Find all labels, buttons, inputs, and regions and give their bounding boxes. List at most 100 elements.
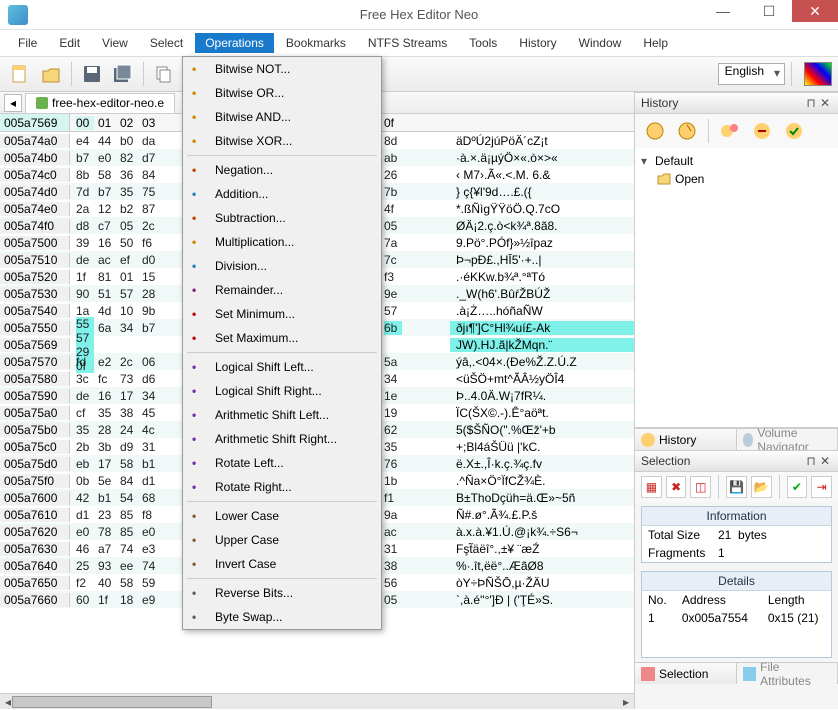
svg-text:•: • (192, 211, 196, 225)
op-bitwise-not[interactable]: •Bitwise NOT... (183, 57, 381, 81)
close-panel-icon[interactable]: ✕ (818, 454, 832, 468)
menu-view[interactable]: View (92, 33, 138, 53)
svg-text:•: • (192, 187, 196, 201)
tree-root[interactable]: ▾ Default (639, 152, 834, 170)
history-undo-button[interactable] (641, 117, 669, 145)
history-title: History (641, 96, 804, 110)
op-icon: • (187, 530, 207, 550)
op-bitwise-and[interactable]: •Bitwise AND... (183, 105, 381, 129)
tab-file-attributes[interactable]: File Attributes (737, 663, 838, 684)
op-icon: • (187, 184, 207, 204)
op-arithmetic-shift-left[interactable]: •Arithmetic Shift Left... (183, 403, 381, 427)
collapse-icon[interactable]: ▾ (641, 154, 651, 168)
maximize-button[interactable]: ☐ (746, 0, 792, 22)
select-none-button[interactable]: ✖ (666, 476, 687, 498)
op-logical-shift-left[interactable]: •Logical Shift Left... (183, 355, 381, 379)
menu-tools[interactable]: Tools (459, 33, 507, 53)
op-rotate-right[interactable]: •Rotate Right... (183, 475, 381, 499)
menu-history[interactable]: History (509, 33, 566, 53)
op-upper-case[interactable]: •Upper Case (183, 528, 381, 552)
history-branch-button[interactable] (716, 117, 744, 145)
svg-text:•: • (192, 163, 196, 177)
open-button[interactable] (37, 60, 65, 88)
load-selection-button[interactable]: 📂 (751, 476, 772, 498)
op-lower-case[interactable]: •Lower Case (183, 504, 381, 528)
select-all-button[interactable]: ▦ (641, 476, 662, 498)
op-reverse-bits[interactable]: •Reverse Bits... (183, 581, 381, 605)
svg-text:•: • (192, 235, 196, 249)
op-division[interactable]: •Division... (183, 254, 381, 278)
menu-bookmarks[interactable]: Bookmarks (276, 33, 356, 53)
op-bitwise-or[interactable]: •Bitwise OR... (183, 81, 381, 105)
details-row[interactable]: 10x005a75540x15 (21) (642, 609, 831, 627)
op-set-maximum[interactable]: •Set Maximum... (183, 326, 381, 350)
history-tabs: History Volume Navigator (635, 428, 838, 450)
menu-window[interactable]: Window (569, 33, 632, 53)
op-bitwise-xor[interactable]: •Bitwise XOR... (183, 129, 381, 153)
pin-icon[interactable]: ⊓ (804, 454, 818, 468)
svg-text:•: • (192, 509, 196, 523)
scroll-right-button[interactable]: ▸ (618, 694, 634, 710)
minimize-button[interactable]: — (700, 0, 746, 22)
history-redo-button[interactable] (673, 117, 701, 145)
export-button[interactable]: ⇥ (811, 476, 832, 498)
copy-button[interactable] (150, 60, 178, 88)
language-select[interactable]: English (718, 63, 785, 85)
tab-history[interactable]: History (635, 429, 737, 450)
menu-ntfs-streams[interactable]: NTFS Streams (358, 33, 457, 53)
svg-text:•: • (192, 62, 196, 76)
menu-operations[interactable]: Operations (195, 33, 274, 53)
op-remainder[interactable]: •Remainder... (183, 278, 381, 302)
language-label: English (725, 64, 764, 78)
history-clear-button[interactable] (748, 117, 776, 145)
save-all-button[interactable] (109, 60, 137, 88)
app-logo-icon (8, 5, 28, 25)
save-button[interactable] (78, 60, 106, 88)
close-button[interactable]: ✕ (792, 0, 838, 22)
op-addition[interactable]: •Addition... (183, 182, 381, 206)
op-logical-shift-right[interactable]: •Logical Shift Right... (183, 379, 381, 403)
op-negation[interactable]: •Negation... (183, 158, 381, 182)
menu-edit[interactable]: Edit (49, 33, 90, 53)
op-arithmetic-shift-right[interactable]: •Arithmetic Shift Right... (183, 427, 381, 451)
op-subtraction[interactable]: •Subtraction... (183, 206, 381, 230)
svg-text:•: • (192, 384, 196, 398)
selection-details: Details No.AddressLength 10x005a75540x15… (641, 571, 832, 658)
svg-text:•: • (192, 307, 196, 321)
horizontal-scrollbar[interactable]: ◂ ▸ (0, 693, 634, 709)
info-header: Information (642, 507, 831, 526)
svg-text:•: • (192, 432, 196, 446)
selection-info: Information Total Size21 bytes Fragments… (641, 506, 832, 563)
menu-file[interactable]: File (8, 33, 47, 53)
pin-icon[interactable]: ⊓ (804, 96, 818, 110)
op-icon: • (187, 131, 207, 151)
menu-select[interactable]: Select (140, 33, 193, 53)
tree-child[interactable]: Open (639, 170, 834, 188)
history-save-button[interactable] (780, 117, 808, 145)
color-scheme-button[interactable] (804, 62, 832, 86)
svg-text:•: • (192, 408, 196, 422)
new-button[interactable] (6, 60, 34, 88)
selection-tabs: Selection File Attributes (635, 662, 838, 684)
document-tab[interactable]: free-hex-editor-neo.e (25, 93, 175, 113)
check-button[interactable]: ✔ (787, 476, 808, 498)
scroll-thumb[interactable] (12, 696, 212, 708)
op-rotate-left[interactable]: •Rotate Left... (183, 451, 381, 475)
op-icon: • (187, 280, 207, 300)
op-set-minimum[interactable]: •Set Minimum... (183, 302, 381, 326)
tab-prev-button[interactable]: ◂ (4, 94, 22, 112)
op-invert-case[interactable]: •Invert Case (183, 552, 381, 576)
op-byte-swap[interactable]: •Byte Swap... (183, 605, 381, 629)
op-icon: • (187, 477, 207, 497)
close-panel-icon[interactable]: ✕ (818, 96, 832, 110)
tab-selection[interactable]: Selection (635, 663, 737, 684)
menu-help[interactable]: Help (633, 33, 678, 53)
tab-filename: free-hex-editor-neo.e (52, 96, 164, 110)
tab-volume-navigator[interactable]: Volume Navigator (737, 429, 838, 450)
select-invert-button[interactable]: ◫ (690, 476, 711, 498)
op-icon: • (187, 554, 207, 574)
op-multiplication[interactable]: •Multiplication... (183, 230, 381, 254)
op-icon: • (187, 304, 207, 324)
history-tree[interactable]: ▾ Default Open (635, 148, 838, 428)
save-selection-button[interactable]: 💾 (726, 476, 747, 498)
